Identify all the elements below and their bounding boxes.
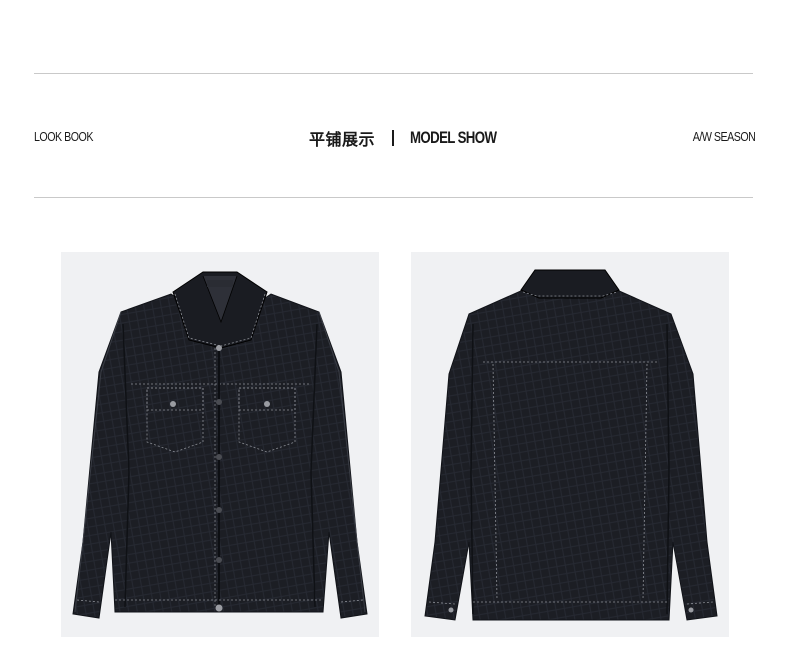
jacket-front-image (61, 252, 379, 637)
section-title: 平铺展示 MODEL SHOW (309, 126, 521, 150)
top-divider (34, 73, 753, 74)
jacket-back-image (411, 252, 729, 637)
look-book-label: LOOK BOOK (34, 129, 93, 144)
section-title-en: MODEL SHOW (410, 128, 497, 147)
season-label: A/W SEASON (692, 129, 755, 144)
title-separator (392, 130, 395, 146)
section-title-cn: 平铺展示 (309, 130, 376, 149)
bottom-divider (34, 197, 753, 198)
